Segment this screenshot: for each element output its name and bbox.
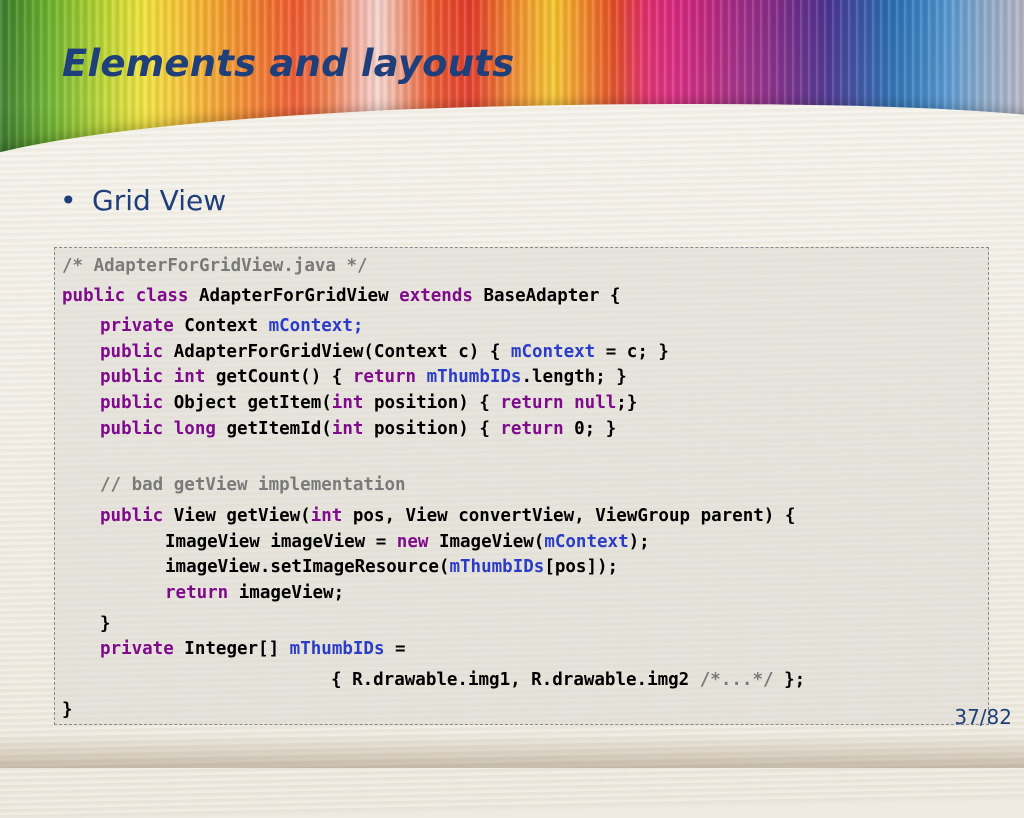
code-line: // bad getView implementation (100, 475, 406, 495)
bottom-shadow (0, 734, 1024, 768)
code-line: public Object getItem(int position) { re… (100, 393, 638, 413)
code-line: return imageView; (165, 583, 345, 603)
code-line: } (100, 614, 111, 634)
code-line: private Integer[] mThumbIDs = (100, 639, 406, 659)
code-line: /* AdapterForGridView.java */ (62, 256, 368, 276)
code-line: public long getItemId(int position) { re… (100, 419, 617, 439)
code-line: imageView.setImageResource(mThumbIDs[pos… (165, 557, 619, 577)
page-number: 37/82 (954, 705, 1012, 729)
code-line: public View getView(int pos, View conver… (100, 506, 796, 526)
code-line: } (62, 700, 73, 720)
slide-title: Elements and layouts (62, 42, 515, 85)
code-line: public AdapterForGridView(Context c) { m… (100, 342, 669, 362)
code-line: ImageView imageView = new ImageView(mCon… (165, 532, 650, 552)
code-line: private Context mContext; (100, 316, 364, 336)
code-line: { R.drawable.img1, R.drawable.img2 /*...… (331, 670, 806, 690)
code-line: public int getCount() { return mThumbIDs… (100, 367, 627, 387)
code-block: /* AdapterForGridView.java */ public cla… (54, 247, 989, 725)
bullet-text: Grid View (92, 184, 227, 217)
code-line: public class AdapterForGridView extends … (62, 286, 621, 306)
bullet-icon: • (60, 184, 77, 217)
bullet-item: • Grid View (60, 184, 226, 217)
